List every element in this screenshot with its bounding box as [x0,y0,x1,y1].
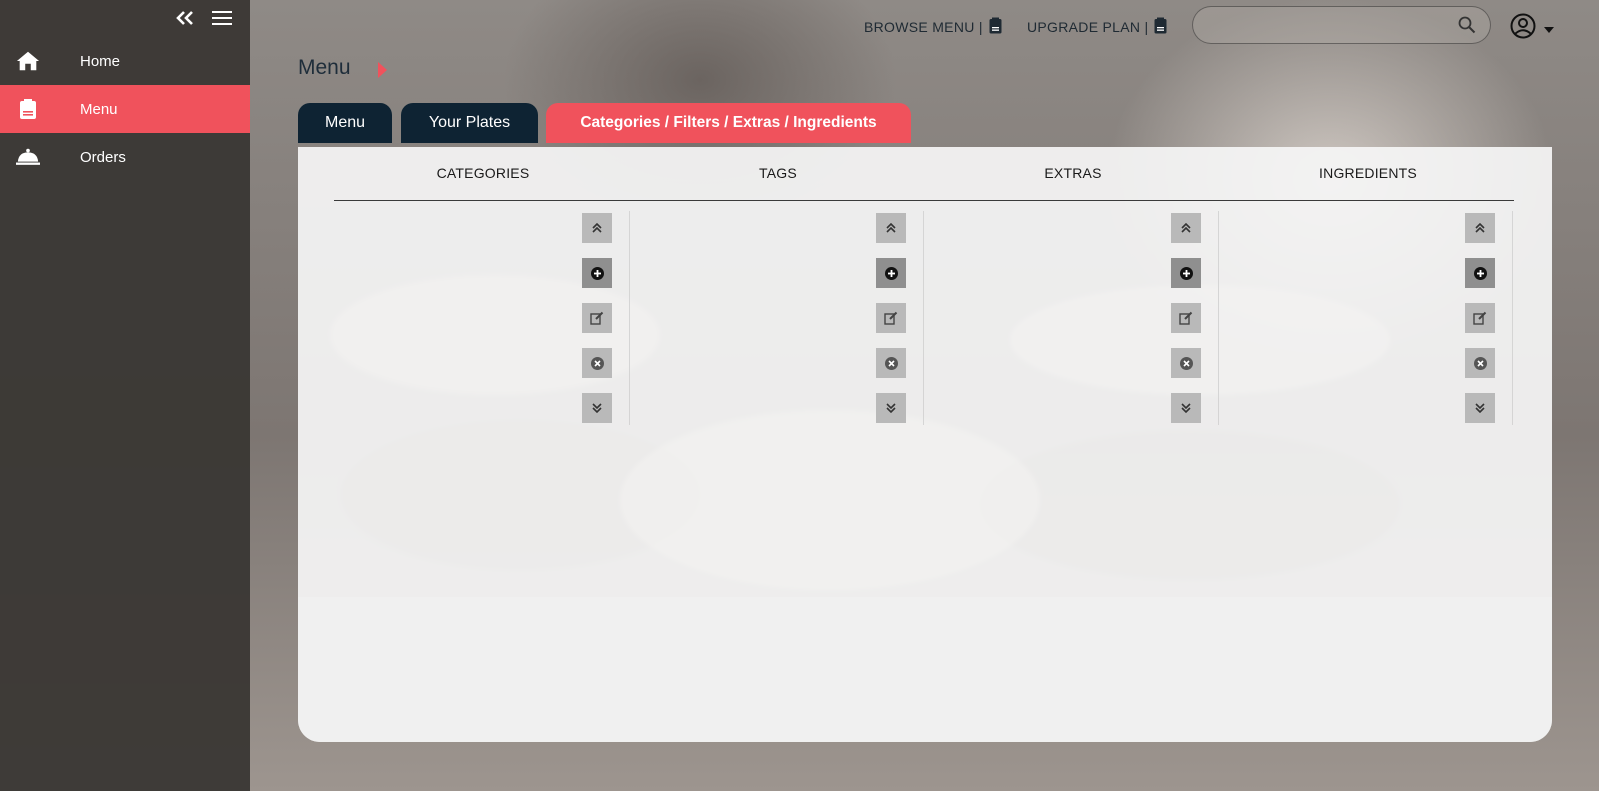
column-header-extras: EXTRAS [1044,165,1102,181]
double-chevron-down-icon [592,403,602,413]
cloche-icon [16,145,40,169]
plus-circle-icon [884,266,898,280]
move-top-button[interactable] [876,213,906,243]
sidebar-item-label: Home [80,52,121,70]
sidebar-item-menu[interactable]: Menu [0,85,250,133]
move-bottom-button[interactable] [1171,393,1201,423]
browse-menu-label: BROWSE MENU | [864,19,983,35]
edit-button[interactable] [1171,303,1201,333]
home-icon [16,49,40,73]
double-chevron-down-icon [1475,403,1485,413]
sidebar-item-orders[interactable]: Orders [0,133,250,181]
edit-icon [590,311,604,325]
edit-icon [884,311,898,325]
sidebar-item-home[interactable]: Home [0,37,250,85]
delete-button[interactable] [582,348,612,378]
breadcrumb-arrow-icon [378,62,387,78]
column-header-ingredients: INGREDIENTS [1319,165,1417,181]
add-button[interactable] [582,258,612,288]
add-button[interactable] [1465,258,1495,288]
double-chevron-up-icon [1181,223,1191,233]
edit-button[interactable] [876,303,906,333]
menu-book-icon [16,97,40,121]
double-chevron-up-icon [886,223,896,233]
delete-button[interactable] [1171,348,1201,378]
close-circle-icon [884,356,898,370]
plus-circle-icon [1179,266,1193,280]
plus-circle-icon [1473,266,1487,280]
search-box [1192,6,1491,44]
edit-icon [1179,311,1193,325]
move-top-button[interactable] [1465,213,1495,243]
move-top-button[interactable] [1171,213,1201,243]
column-header-tags: TAGS [759,165,797,181]
double-chevron-up-icon [1475,223,1485,233]
delete-button[interactable] [1465,348,1495,378]
content-panel: CATEGORIES TAGS EXTRAS INGREDIENTS [298,147,1552,742]
double-chevron-down-icon [886,403,896,413]
upgrade-plan-link[interactable]: UPGRADE PLAN | [1027,17,1167,37]
double-chevron-up-icon [592,223,602,233]
edit-button[interactable] [582,303,612,333]
browse-menu-link[interactable]: BROWSE MENU | [864,17,1002,37]
chevron-down-icon [1544,20,1554,38]
user-menu[interactable] [1510,13,1554,44]
column-separator [1512,211,1513,425]
tab-your-plates[interactable]: Your Plates [401,103,538,143]
close-circle-icon [1473,356,1487,370]
column-header-categories: CATEGORIES [436,165,530,181]
user-account-icon [1510,13,1536,44]
add-button[interactable] [876,258,906,288]
hamburger-menu-icon[interactable] [212,10,232,26]
delete-button[interactable] [876,348,906,378]
menu-book-icon [989,17,1002,37]
tab-menu[interactable]: Menu [298,103,392,143]
sidebar: Home Menu Orders [0,0,250,791]
sidebar-controls [176,10,232,26]
move-bottom-button[interactable] [1465,393,1495,423]
panel-lower-area [298,597,1552,742]
move-top-button[interactable] [582,213,612,243]
column-separator [923,211,924,425]
header-divider [334,200,1514,201]
edit-button[interactable] [1465,303,1495,333]
close-circle-icon [590,356,604,370]
search-input[interactable] [1207,15,1451,37]
plus-circle-icon [590,266,604,280]
column-separator [629,211,630,425]
move-bottom-button[interactable] [876,393,906,423]
sidebar-item-label: Orders [80,148,126,166]
menu-book-icon [1154,17,1167,37]
close-circle-icon [1179,356,1193,370]
page-title: Menu [298,56,351,79]
edit-icon [1473,311,1487,325]
upgrade-plan-label: UPGRADE PLAN | [1027,19,1149,35]
double-chevron-down-icon [1181,403,1191,413]
tab-categories-filters-extras-ingredients[interactable]: Categories / Filters / Extras / Ingredie… [546,103,911,143]
move-bottom-button[interactable] [582,393,612,423]
add-button[interactable] [1171,258,1201,288]
sidebar-item-label: Menu [80,100,118,118]
search-icon[interactable] [1458,16,1476,39]
collapse-sidebar-icon[interactable] [176,10,194,26]
column-separator [1218,211,1219,425]
